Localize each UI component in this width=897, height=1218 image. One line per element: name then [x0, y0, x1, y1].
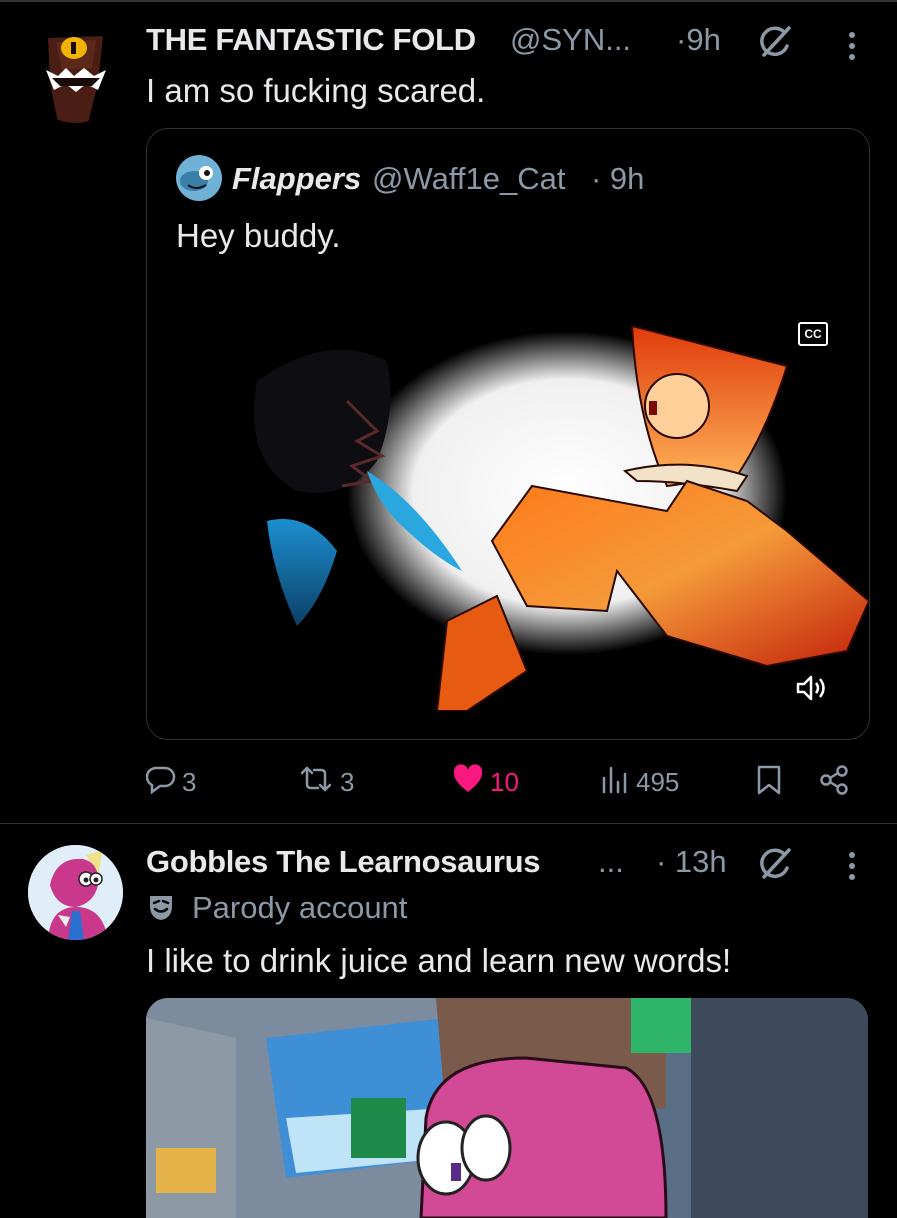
- more-icon[interactable]: [847, 32, 857, 60]
- more-icon[interactable]: [847, 852, 857, 880]
- author-name[interactable]: THE FANTASTIC FOLD: [146, 22, 476, 58]
- share-icon[interactable]: [818, 764, 850, 796]
- post-time[interactable]: ·9h: [676, 22, 721, 58]
- repost-count: 3: [340, 767, 355, 797]
- volume-icon[interactable]: [795, 673, 829, 703]
- views-button[interactable]: 495: [600, 764, 679, 801]
- quote-author-name[interactable]: Flappers: [232, 161, 361, 197]
- repost-button[interactable]: 3: [298, 764, 354, 801]
- post-image[interactable]: [146, 998, 868, 1218]
- heart-icon: [452, 764, 484, 801]
- author-name[interactable]: Gobbles The Learnosaurus: [146, 844, 540, 880]
- quote-post-time[interactable]: · 9h: [591, 161, 644, 197]
- quoted-post[interactable]: Flappers @Waff1e_Cat · 9h Hey buddy. CC: [146, 128, 870, 740]
- author-handle[interactable]: @SYN...: [510, 22, 631, 58]
- cc-icon[interactable]: CC: [798, 322, 828, 346]
- grok-icon[interactable]: [758, 846, 794, 882]
- reply-icon: [145, 764, 176, 801]
- bookmark-icon[interactable]: [756, 764, 782, 796]
- post-text: I am so fucking scared.: [146, 72, 486, 109]
- post-text: I like to drink juice and learn new word…: [146, 942, 732, 979]
- post-2[interactable]: Gobbles The Learnosaurus ... · 13h Parod…: [0, 824, 897, 1218]
- parody-badge-label: Parody account: [192, 890, 408, 925]
- avatar[interactable]: [28, 28, 123, 123]
- quote-video[interactable]: CC: [147, 271, 869, 711]
- quote-avatar[interactable]: [176, 155, 222, 201]
- views-icon: [600, 764, 630, 801]
- reply-button[interactable]: 3: [145, 764, 197, 801]
- like-button[interactable]: 10: [452, 764, 519, 801]
- repost-icon: [298, 764, 334, 801]
- views-count: 495: [636, 767, 680, 797]
- grok-icon[interactable]: [758, 24, 794, 60]
- reply-count: 3: [182, 767, 197, 797]
- quote-author-handle[interactable]: @Waff1e_Cat: [372, 161, 565, 197]
- post-1[interactable]: THE FANTASTIC FOLD @SYN... ·9h I am so f…: [0, 0, 897, 823]
- name-ellipsis: ...: [598, 844, 624, 879]
- like-count: 10: [490, 767, 519, 797]
- quote-text: Hey buddy.: [176, 217, 341, 254]
- post-time[interactable]: · 13h: [656, 844, 727, 880]
- avatar[interactable]: [28, 845, 123, 940]
- parody-mask-icon: [146, 892, 176, 922]
